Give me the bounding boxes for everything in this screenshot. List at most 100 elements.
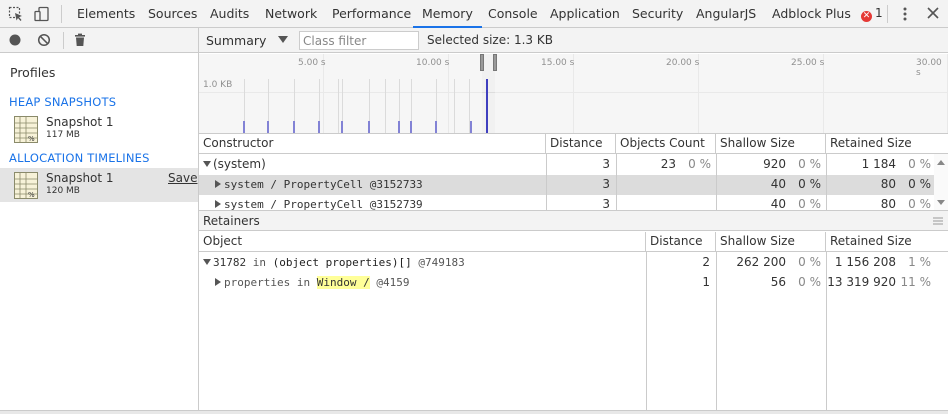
kebab-menu-icon[interactable]: [897, 6, 913, 22]
table-row[interactable]: properties in Window / @4159 1 56 0 % 13…: [199, 273, 948, 293]
constructor-name: system / PropertyCell @3152739: [215, 195, 545, 210]
retained-pct-cell: 0 %: [908, 157, 931, 171]
scroll-up-icon[interactable]: [937, 160, 945, 165]
shallow-pct-cell: 0 %: [798, 177, 821, 191]
save-snapshot-link[interactable]: Save: [168, 171, 197, 185]
retained-cell: 1 156 208: [834, 255, 896, 269]
tab-audits[interactable]: Audits: [210, 0, 249, 28]
column-divider: [546, 154, 547, 210]
tab-application[interactable]: Application: [550, 0, 620, 28]
expand-triangle-icon[interactable]: [203, 259, 211, 265]
expand-triangle-icon[interactable]: [215, 200, 221, 208]
record-icon[interactable]: [8, 33, 22, 47]
shallow-cell: 40: [770, 177, 786, 191]
column-header-shallow-size[interactable]: Shallow Size: [716, 134, 826, 154]
column-header-constructor[interactable]: Constructor: [199, 134, 546, 154]
expand-triangle-icon[interactable]: [215, 180, 221, 188]
distance-cell: 2: [702, 255, 710, 269]
retained-cell: 80: [880, 177, 896, 191]
column-header-retained-size[interactable]: Retained Size: [826, 134, 948, 154]
tab-security[interactable]: Security: [632, 0, 683, 28]
allocation-bar-live: [486, 79, 488, 133]
retained-pct-cell: 1 %: [908, 255, 931, 269]
devtools-tab-bar: Elements Sources Audits Network Performa…: [0, 0, 948, 28]
table-row[interactable]: 31782 in (object properties)[] @749183 2…: [199, 253, 948, 273]
shallow-cell: 40: [770, 197, 786, 210]
snapshot-name: Snapshot 1: [46, 171, 114, 185]
sidebar-toolbar: [0, 28, 198, 53]
snapshot-size: 117 MB: [46, 130, 80, 140]
column-header-shallow-size[interactable]: Shallow Size: [716, 232, 826, 252]
tab-sources[interactable]: Sources: [148, 0, 197, 28]
timeline-unselected-region: [199, 54, 482, 133]
tab-network[interactable]: Network: [265, 0, 317, 28]
timeline-unselected-region: [495, 54, 948, 133]
tab-console[interactable]: Console: [488, 0, 538, 28]
retained-cell: 80: [880, 197, 896, 210]
allocation-timeline-overview[interactable]: 5.00 s 10.00 s 15.00 s 20.00 s 25.00 s 3…: [199, 54, 948, 134]
column-divider: [826, 252, 827, 410]
column-divider: [826, 154, 827, 210]
profiles-title: Profiles: [10, 65, 56, 80]
error-counter[interactable]: ✕ 1: [861, 0, 883, 28]
heap-profile-view: Summary Selected size: 1.3 KB 5.00 s 10.…: [199, 28, 948, 414]
toolbar-separator: [887, 5, 888, 23]
column-header-distance[interactable]: Distance: [646, 232, 716, 252]
column-header-retained-size[interactable]: Retained Size: [826, 232, 948, 252]
constructor-table: Constructor Distance Objects Count Shall…: [199, 134, 948, 210]
tab-memory[interactable]: Memory: [413, 0, 482, 28]
retainer-object: 31782 in (object properties)[] @749183: [203, 253, 643, 273]
error-icon: ✕: [861, 11, 872, 22]
profiles-sidebar: Profiles HEAP SNAPSHOTS % Snapshot 1 117…: [0, 28, 199, 414]
retainer-object: properties in Window / @4159: [215, 273, 643, 293]
column-header-distance[interactable]: Distance: [546, 134, 616, 154]
svg-text:%: %: [28, 191, 35, 199]
column-divider: [716, 252, 717, 410]
expand-triangle-icon[interactable]: [203, 161, 211, 167]
shallow-cell: 920: [763, 157, 786, 171]
close-icon[interactable]: [926, 6, 940, 20]
heap-snapshot-item[interactable]: % Snapshot 1 117 MB: [0, 112, 198, 146]
snapshot-icon: %: [14, 116, 38, 143]
timeline-range-handle-left[interactable]: [480, 54, 484, 71]
table-row[interactable]: (system) 3 23 0 % 920 0 % 1 184 0 %: [199, 155, 934, 175]
trash-icon[interactable]: [73, 33, 87, 47]
snapshot-icon: %: [14, 172, 38, 199]
timeline-range-handle-right[interactable]: [493, 54, 497, 71]
chevron-down-icon[interactable]: [278, 36, 288, 43]
column-header-objects-count[interactable]: Objects Count: [616, 134, 716, 154]
snapshot-size: 120 MB: [46, 186, 80, 196]
retainers-table: Object Distance Shallow Size Retained Si…: [199, 232, 948, 410]
tab-angularjs[interactable]: AngularJS: [696, 0, 756, 28]
tab-elements[interactable]: Elements: [77, 0, 135, 28]
shallow-pct-cell: 0 %: [798, 255, 821, 269]
distance-cell: 3: [602, 177, 610, 191]
table-header: Constructor Distance Objects Count Shall…: [199, 134, 948, 154]
table-row[interactable]: system / PropertyCell @3152739 3 40 0 % …: [199, 195, 934, 210]
device-toggle-icon[interactable]: [34, 6, 50, 22]
window-bottom-edge: [0, 410, 948, 414]
retained-pct-cell: 11 %: [900, 275, 932, 289]
resize-grip-icon[interactable]: [933, 217, 943, 225]
toolbar-separator: [63, 32, 64, 49]
view-select[interactable]: Summary: [206, 33, 266, 48]
table-row[interactable]: system / PropertyCell @3152733 3 40 0 % …: [199, 175, 934, 195]
toolbar-separator: [61, 5, 62, 23]
expand-triangle-icon[interactable]: [215, 278, 221, 286]
column-header-object[interactable]: Object: [199, 232, 646, 252]
retained-cell: 13 319 920: [827, 275, 896, 289]
snapshot-name: Snapshot 1: [46, 115, 114, 129]
scroll-down-icon[interactable]: [937, 200, 945, 205]
class-filter-input[interactable]: [299, 31, 419, 50]
constructor-name: system / PropertyCell @3152733: [215, 175, 545, 195]
allocation-timeline-item[interactable]: % Snapshot 1 120 MB Save: [0, 168, 198, 202]
clear-icon[interactable]: [37, 33, 51, 47]
selected-size-label: Selected size: 1.3 KB: [427, 33, 553, 47]
retainers-title: Retainers: [203, 214, 260, 228]
retainers-header[interactable]: Retainers: [199, 210, 948, 231]
tab-adblock-plus[interactable]: Adblock Plus: [772, 0, 851, 28]
retained-cell: 1 184: [861, 157, 896, 171]
tab-performance[interactable]: Performance: [332, 0, 411, 28]
distance-cell: 1: [702, 275, 710, 289]
inspect-element-icon[interactable]: [8, 6, 24, 22]
